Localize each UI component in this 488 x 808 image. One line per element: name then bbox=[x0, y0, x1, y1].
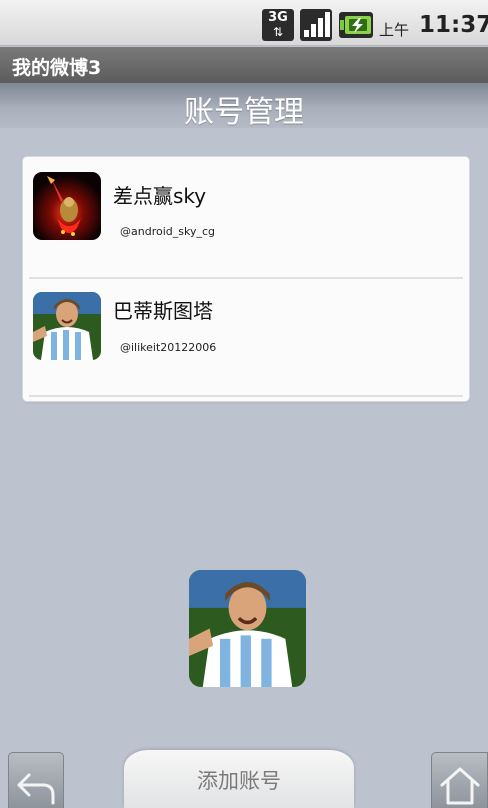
current-account-avatar[interactable] bbox=[189, 570, 306, 687]
add-account-label: 添加账号 bbox=[197, 769, 281, 793]
account-handle: @ilikeit20122006 bbox=[120, 341, 217, 354]
home-button[interactable] bbox=[431, 752, 488, 808]
account-name: 巴蒂斯图塔 bbox=[113, 299, 213, 323]
app-title-bar: 我的微博3 bbox=[0, 47, 488, 83]
home-icon bbox=[440, 767, 480, 805]
account-name: 差点赢sky bbox=[113, 184, 207, 208]
3g-data-icon: 3G ⇅ bbox=[262, 9, 294, 41]
add-account-button[interactable]: 添加账号 bbox=[124, 750, 354, 808]
back-arrow-icon bbox=[17, 773, 55, 805]
account-row[interactable]: 差点赢sky @android_sky_cg bbox=[23, 157, 469, 279]
row-divider bbox=[29, 395, 463, 397]
signal-strength-icon bbox=[300, 9, 332, 41]
status-bar: 3G ⇅ 上午 11:37 bbox=[0, 0, 488, 46]
app-title: 我的微博3 bbox=[12, 57, 102, 79]
page-title: 账号管理 bbox=[184, 95, 304, 130]
account-row[interactable]: 巴蒂斯图塔 @ilikeit20122006 bbox=[23, 277, 469, 397]
battery-charging-icon bbox=[339, 12, 373, 38]
network-label: 3G bbox=[268, 10, 288, 25]
account-list: 差点赢sky @android_sky_cg 巴蒂斯图塔 @ilikeit201… bbox=[23, 157, 469, 401]
ampm-label: 上午 bbox=[379, 21, 410, 39]
data-arrows: ⇅ bbox=[272, 25, 284, 39]
avatar-image bbox=[33, 172, 101, 240]
account-handle: @android_sky_cg bbox=[120, 225, 215, 238]
avatar-image bbox=[33, 292, 101, 360]
page-header: 账号管理 bbox=[0, 83, 488, 130]
clock-time: 11:37 bbox=[419, 12, 488, 38]
back-button[interactable] bbox=[8, 752, 64, 808]
